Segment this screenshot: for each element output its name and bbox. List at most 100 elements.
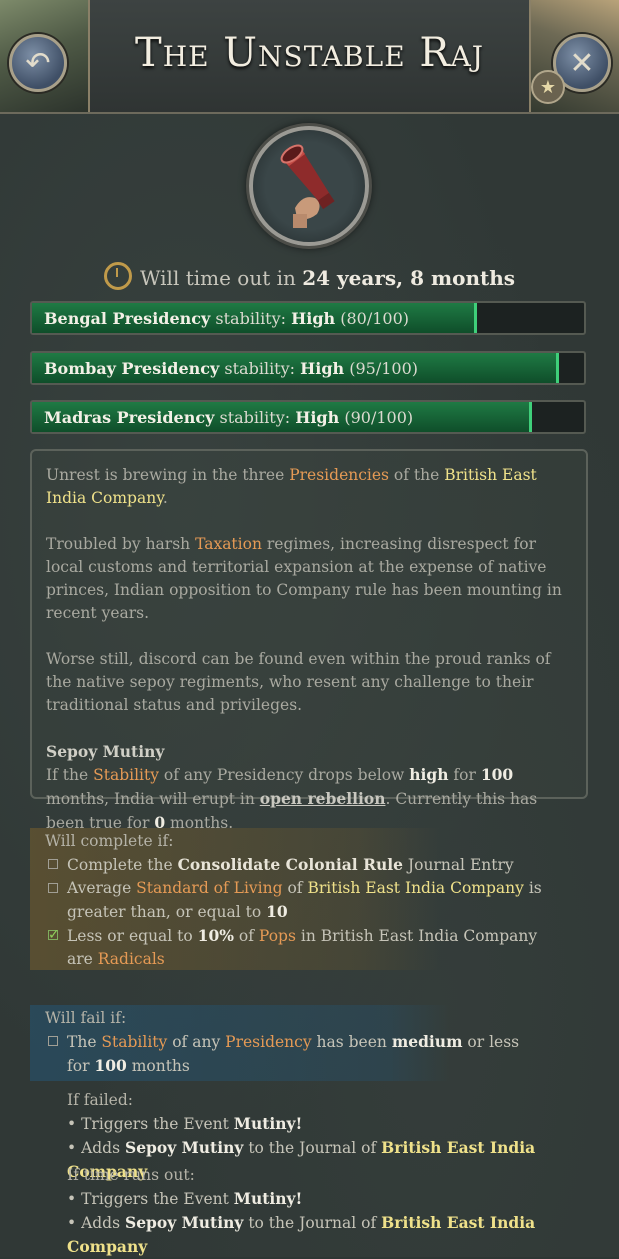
condition-row: Complete the Consolidate Colonial Rule J… bbox=[45, 853, 565, 877]
condition-row: Average Standard of Living of British Ea… bbox=[45, 877, 565, 924]
outcome-bullet: • Adds Sepoy Mutiny to the Journal of Br… bbox=[67, 1211, 619, 1259]
stability-bar-bengal[interactable]: Bengal Presidency stability: High (80/10… bbox=[30, 301, 586, 335]
stability-value: (95/100) bbox=[349, 359, 419, 378]
pops-link[interactable]: Pops bbox=[259, 927, 296, 945]
stability-bar-label: Madras Presidency stability: High (90/10… bbox=[44, 408, 413, 427]
complete-heading: Will complete if: bbox=[45, 832, 174, 850]
event-link[interactable]: Mutiny! bbox=[234, 1114, 303, 1133]
text: months bbox=[126, 1057, 190, 1075]
stability-level: High bbox=[300, 359, 345, 378]
text: 100 bbox=[480, 765, 514, 784]
stability-label: stability: bbox=[215, 309, 287, 328]
text: 100 bbox=[94, 1056, 127, 1075]
stability-link[interactable]: Stability bbox=[101, 1033, 167, 1051]
page-title: The Unstable Raj bbox=[135, 30, 484, 76]
fail-conditions: Will fail if: The Stability of any Presi… bbox=[45, 1007, 545, 1078]
stability-value: (80/100) bbox=[340, 309, 410, 328]
presidency-link[interactable]: Presidency bbox=[225, 1033, 311, 1051]
timeout-line: Will time out in 24 years, 8 months bbox=[0, 262, 619, 290]
stability-bar-label: Bengal Presidency stability: High (80/10… bbox=[44, 309, 409, 328]
checkbox-unchecked-icon bbox=[48, 1036, 58, 1046]
megaphone-icon bbox=[249, 126, 369, 246]
text: Average bbox=[67, 879, 137, 897]
text: • Triggers the Event bbox=[67, 1190, 234, 1208]
text: • Adds bbox=[67, 1139, 125, 1157]
journal-panel: ↶ ✕ ★ The Unstable Raj Will time out in … bbox=[0, 0, 619, 1257]
stability-label: stability: bbox=[224, 359, 296, 378]
text: medium bbox=[391, 1032, 463, 1051]
text: of any bbox=[167, 1033, 226, 1051]
presidency-name: Madras Presidency bbox=[44, 408, 215, 427]
timeout-prefix: Will time out in bbox=[139, 266, 296, 290]
stability-label: stability: bbox=[219, 408, 291, 427]
text: If the bbox=[46, 766, 94, 784]
text: • Adds bbox=[67, 1214, 125, 1232]
stability-bar-label: Bombay Presidency stability: High (95/10… bbox=[44, 359, 418, 378]
stability-bar-madras[interactable]: Madras Presidency stability: High (90/10… bbox=[30, 400, 586, 434]
text: of the bbox=[389, 466, 445, 484]
stability-bar-bombay[interactable]: Bombay Presidency stability: High (95/10… bbox=[30, 351, 586, 385]
stability-level: High bbox=[295, 408, 340, 427]
stability-value: (90/100) bbox=[344, 408, 414, 427]
timeout-value: 24 years, 8 months bbox=[302, 266, 516, 290]
back-button[interactable]: ↶ bbox=[9, 34, 67, 92]
description-paragraph: Unrest is brewing in the three Presidenc… bbox=[46, 464, 572, 510]
outcome-bullet: • Triggers the Event Mutiny! bbox=[67, 1187, 619, 1211]
favorite-star-button[interactable]: ★ bbox=[531, 70, 565, 104]
if-timeout-section: If time runs out: • Triggers the Event M… bbox=[67, 1164, 619, 1259]
text: Less or equal to bbox=[67, 927, 198, 945]
text: for bbox=[448, 766, 481, 784]
text: Complete the bbox=[67, 856, 178, 874]
presidency-name: Bombay Presidency bbox=[44, 359, 220, 378]
text: to the Journal of bbox=[243, 1214, 382, 1232]
condition-row: Less or equal to 10% of Pops in British … bbox=[45, 924, 565, 971]
text: 10% bbox=[197, 926, 234, 945]
back-icon: ↶ bbox=[25, 45, 51, 81]
header: ↶ ✕ ★ The Unstable Raj bbox=[0, 0, 619, 114]
text: The bbox=[67, 1033, 102, 1051]
condition-row: The Stability of any Presidency has been… bbox=[45, 1030, 545, 1078]
sepoy-mutiny-section: Sepoy Mutiny If the Stability of any Pre… bbox=[46, 740, 572, 835]
journal-entry-link[interactable]: Consolidate Colonial Rule bbox=[178, 855, 403, 874]
if-timeout-heading: If time runs out: bbox=[67, 1166, 195, 1184]
checkbox-checked-icon bbox=[48, 924, 60, 947]
sepoy-mutiny-heading: Sepoy Mutiny bbox=[46, 742, 165, 761]
star-icon: ★ bbox=[539, 76, 557, 98]
stability-link[interactable]: Stability bbox=[93, 766, 159, 784]
taxation-link[interactable]: Taxation bbox=[195, 535, 262, 553]
clock-icon bbox=[103, 262, 132, 290]
text: • Triggers the Event bbox=[67, 1115, 234, 1133]
presidencies-link[interactable]: Presidencies bbox=[289, 466, 389, 484]
if-failed-heading: If failed: bbox=[67, 1091, 133, 1109]
checkbox-unchecked-icon bbox=[48, 859, 58, 869]
checkbox-unchecked-icon bbox=[48, 883, 58, 893]
presidency-name: Bengal Presidency bbox=[44, 309, 211, 328]
stability-level: High bbox=[291, 309, 336, 328]
text: months, India will erupt in bbox=[46, 790, 260, 808]
description-paragraph: Troubled by harsh Taxation regimes, incr… bbox=[46, 533, 572, 625]
text: Journal Entry bbox=[402, 856, 514, 874]
open-rebellion-link[interactable]: open rebellion bbox=[260, 789, 386, 808]
text: has been bbox=[311, 1033, 392, 1051]
event-link[interactable]: Mutiny! bbox=[234, 1189, 303, 1208]
complete-conditions: Will complete if: Complete the Consolida… bbox=[45, 830, 565, 971]
text: Troubled by harsh bbox=[46, 535, 196, 553]
sepoy-mutiny-text: If the Stability of any Presidency drops… bbox=[46, 763, 572, 835]
description-paragraph: Worse still, discord can be found even w… bbox=[46, 650, 551, 714]
text: . bbox=[162, 489, 168, 507]
journal-entry-link[interactable]: Sepoy Mutiny bbox=[125, 1138, 243, 1157]
radicals-link[interactable]: Radicals bbox=[98, 950, 165, 968]
outcome-bullet: • Triggers the Event Mutiny! bbox=[67, 1112, 619, 1136]
country-link[interactable]: British East India Company bbox=[307, 879, 523, 897]
text: of any Presidency drops below bbox=[158, 766, 410, 784]
fail-heading: Will fail if: bbox=[45, 1009, 127, 1027]
description-box: Unrest is brewing in the three Presidenc… bbox=[30, 449, 588, 832]
text: Unrest is brewing in the three bbox=[46, 466, 290, 484]
text: to the Journal of bbox=[243, 1139, 382, 1157]
text: 10 bbox=[266, 902, 288, 921]
journal-entry-link[interactable]: Sepoy Mutiny bbox=[125, 1213, 243, 1232]
standard-of-living-link[interactable]: Standard of Living bbox=[136, 879, 282, 897]
text: of bbox=[233, 927, 259, 945]
text: high bbox=[409, 765, 449, 784]
close-icon: ✕ bbox=[569, 45, 595, 81]
